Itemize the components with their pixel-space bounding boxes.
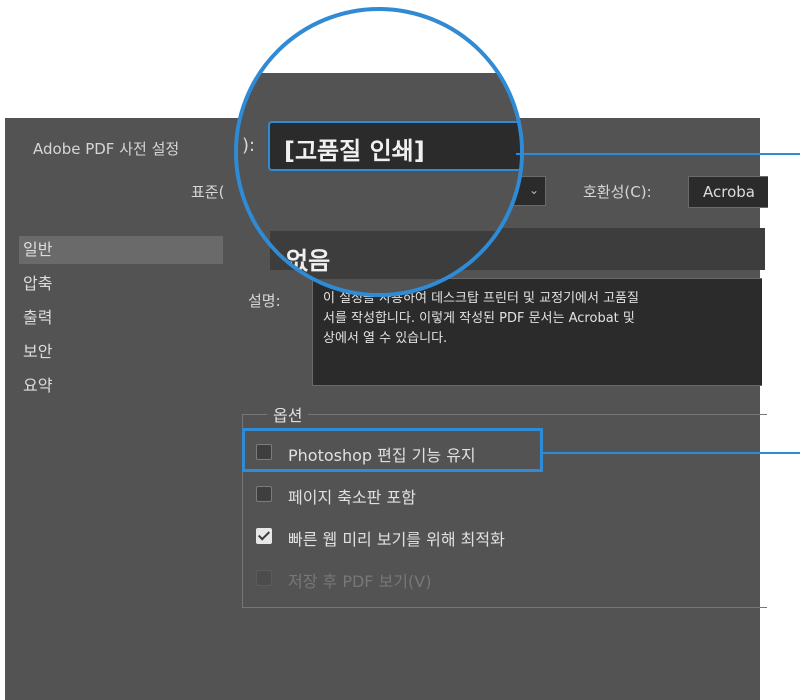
highlight-box-photoshop-option [242, 428, 543, 472]
description-line-3: 상에서 열 수 있습니다. [323, 331, 448, 346]
callout-line-photoshop-option [540, 452, 800, 454]
standard-label: 표준( [191, 183, 225, 201]
magnifier-lens: ): [고품질 인쇄] 일 없음 [234, 7, 524, 297]
option-label-view-after-save: 저장 후 PDF 보기(V) [288, 572, 432, 591]
magnifier-preset-label-suffix: ): [242, 135, 256, 156]
option-checkbox-fast-web-view[interactable] [256, 528, 272, 544]
option-label-fast-web-view[interactable]: 빠른 웹 미리 보기를 위해 최적화 [288, 526, 505, 550]
magnifier-section-field: 없음 [270, 231, 520, 279]
options-group-label: 옵션 [267, 402, 309, 426]
magnifier-section-value: 없음 [286, 247, 331, 275]
description-line-2: 서를 작성합니다. 이렇게 작성된 PDF 문서는 Acrobat 및 [323, 311, 635, 326]
preset-dropdown[interactable]: [고품질 인쇄] [268, 121, 520, 171]
magnifier-section-label: 일 [246, 247, 263, 268]
option-label-page-thumbnails[interactable]: 페이지 축소판 포함 [288, 484, 416, 508]
chevron-down-icon: ⌄ [528, 183, 539, 197]
sidebar-item-compression[interactable]: 압축 [19, 270, 223, 298]
sidebar-item-output[interactable]: 출력 [19, 304, 223, 332]
compat-value: Acroba [703, 183, 755, 201]
preset-value: [고품질 인쇄] [284, 137, 425, 165]
magnifier-top-bg [238, 11, 520, 73]
option-checkbox-view-after-save [256, 570, 272, 586]
description-label: 설명: [248, 292, 281, 310]
preset-label: Adobe PDF 사전 설정 [33, 140, 180, 158]
sidebar-item-summary[interactable]: 요약 [19, 372, 223, 400]
sidebar-item-security[interactable]: 보안 [19, 338, 223, 366]
callout-line-preset [516, 153, 800, 155]
compat-dropdown[interactable]: Acroba [688, 176, 768, 208]
option-checkbox-page-thumbnails[interactable] [256, 486, 272, 502]
sidebar-item-general[interactable]: 일반 [19, 236, 223, 264]
compat-label: 호환성(C): [583, 183, 652, 201]
